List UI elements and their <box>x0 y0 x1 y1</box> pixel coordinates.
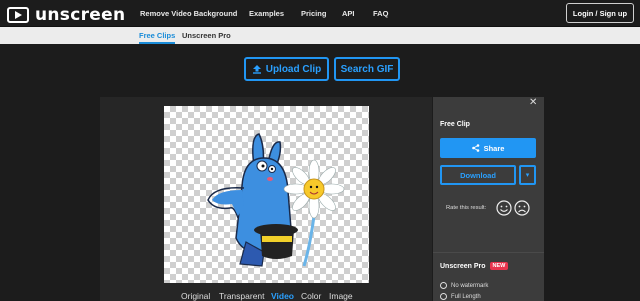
nav-api[interactable]: API <box>342 9 355 18</box>
search-gif-label: Search GIF <box>340 63 394 75</box>
brand-logo[interactable]: unscreen <box>7 5 125 25</box>
pro-title-text: Unscreen Pro <box>440 262 486 270</box>
panel-title: Free Clip <box>440 121 470 128</box>
view-color-tab[interactable]: Color <box>301 291 321 301</box>
brand-name: unscreen <box>35 5 126 25</box>
nav-pricing[interactable]: Pricing <box>301 9 326 18</box>
download-button[interactable]: Download <box>440 165 516 185</box>
upload-clip-button[interactable]: Upload Clip <box>244 57 329 81</box>
happy-face-icon[interactable] <box>496 200 512 216</box>
sub-navigation-bar: Free Clips Unscreen Pro <box>0 27 640 44</box>
nav-examples[interactable]: Examples <box>249 9 284 18</box>
rate-result-label: Rate this result: <box>446 205 487 211</box>
pro-feature-full-length: Full Length <box>440 293 481 300</box>
view-transparent-tab[interactable]: Transparent <box>219 291 265 301</box>
close-icon[interactable]: ✕ <box>529 97 537 108</box>
panel-divider <box>433 252 544 253</box>
new-badge: NEW <box>489 262 509 270</box>
cartoon-character-image <box>207 133 345 267</box>
download-options-dropdown[interactable]: ▾ <box>519 165 536 185</box>
no-watermark-icon <box>440 282 447 289</box>
play-icon <box>7 7 29 23</box>
tab-unscreen-pro[interactable]: Unscreen Pro <box>182 31 231 40</box>
transparent-preview-canvas <box>164 106 369 283</box>
search-gif-button[interactable]: Search GIF <box>334 57 400 81</box>
view-original-tab[interactable]: Original <box>181 291 210 301</box>
nav-faq[interactable]: FAQ <box>373 9 388 18</box>
tab-free-clips[interactable]: Free Clips <box>139 31 176 44</box>
share-button[interactable]: Share <box>440 138 536 158</box>
login-signup-button[interactable]: Login / Sign up <box>566 3 634 23</box>
upload-clip-label: Upload Clip <box>265 63 322 75</box>
full-length-icon <box>440 293 447 300</box>
nav-remove-video-background[interactable]: Remove Video Background <box>140 9 237 18</box>
share-icon <box>471 144 479 152</box>
pro-feature-no-watermark: No watermark <box>440 282 488 289</box>
top-navigation-bar: unscreen Remove Video Background Example… <box>0 0 640 27</box>
unscreen-pro-heading: Unscreen Pro NEW <box>440 262 509 270</box>
share-label: Share <box>483 143 505 153</box>
pro-feature-label: No watermark <box>451 282 489 289</box>
upload-icon <box>252 65 261 74</box>
pro-feature-label: Full Length <box>451 293 481 300</box>
view-image-tab[interactable]: Image <box>329 291 353 301</box>
view-video-tab[interactable]: Video <box>271 291 294 301</box>
chevron-down-icon: ▾ <box>525 172 530 179</box>
sad-face-icon[interactable] <box>514 200 530 216</box>
